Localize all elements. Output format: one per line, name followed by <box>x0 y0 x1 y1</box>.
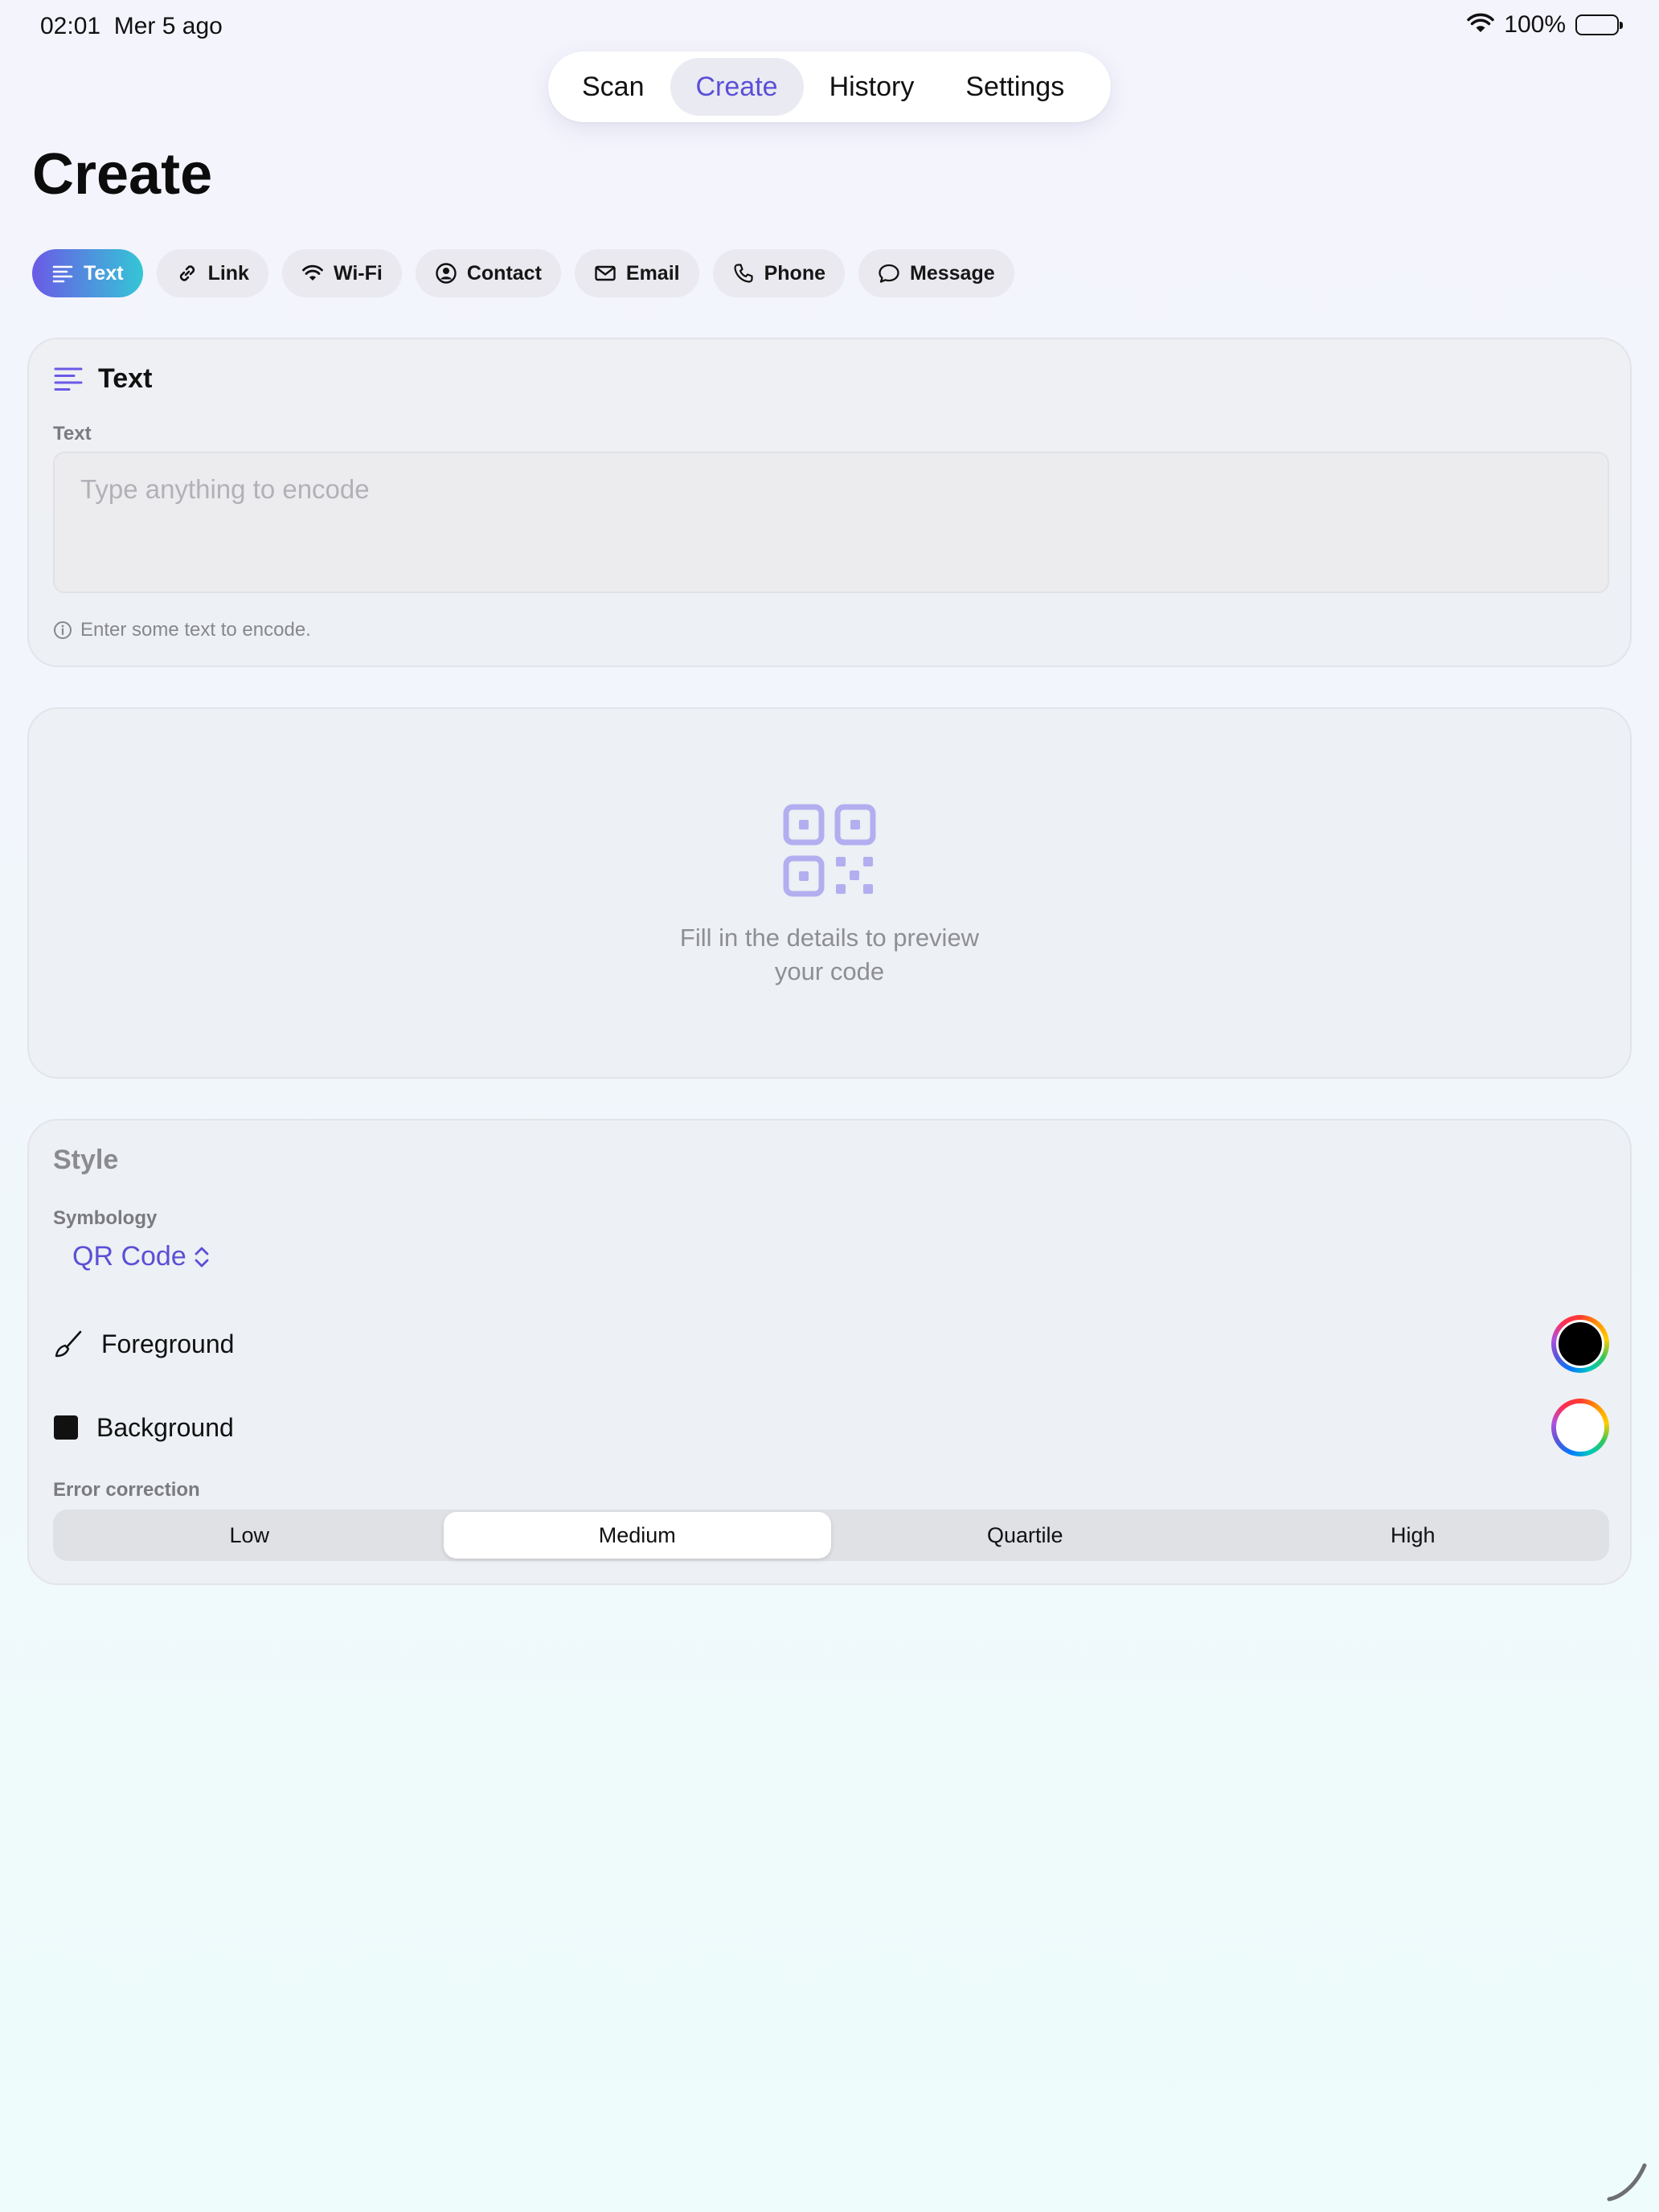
symbology-label: Symbology <box>53 1207 158 1229</box>
message-bubble-icon <box>879 264 899 283</box>
background-label: Background <box>96 1412 234 1442</box>
text-input[interactable]: Type anything to encode <box>53 452 1609 593</box>
status-indicators: 100% <box>1467 11 1623 39</box>
foreground-row: Foreground <box>53 1312 1609 1376</box>
page-title: Create <box>32 142 213 207</box>
info-icon <box>54 621 72 639</box>
helper-text: Enter some text to encode. <box>53 619 311 641</box>
tab-create[interactable]: Create <box>670 58 804 116</box>
style-title: Style <box>53 1145 119 1175</box>
chip-text[interactable]: Text <box>32 249 143 297</box>
preview-message: Fill in the details to preview your code <box>679 924 980 985</box>
battery-icon <box>1575 14 1623 35</box>
symbology-picker[interactable]: QR Code <box>72 1241 211 1272</box>
chip-phone[interactable]: Phone <box>712 249 846 297</box>
filled-square-icon <box>54 1415 78 1440</box>
qr-code-icon <box>783 804 876 897</box>
battery-percentage: 100% <box>1504 11 1566 38</box>
status-bar: 02:01 Mer 5 ago 100% <box>0 0 1659 51</box>
person-circle-icon <box>436 263 457 284</box>
text-input-placeholder: Type anything to encode <box>80 474 370 504</box>
chip-message[interactable]: Message <box>858 249 1014 297</box>
background-row: Background <box>53 1395 1609 1460</box>
resize-handle-icon[interactable] <box>1603 2157 1651 2206</box>
foreground-color-well[interactable] <box>1551 1315 1609 1373</box>
foreground-color-fill <box>1556 1320 1604 1368</box>
wifi-icon <box>1467 13 1495 38</box>
tab-settings[interactable]: Settings <box>940 58 1090 116</box>
text-lines-icon <box>52 265 73 283</box>
wifi-icon <box>302 264 323 281</box>
style-card: Style Symbology QR Code Foreground Backg… <box>27 1119 1632 1585</box>
status-time: 02:01 Mer 5 ago <box>40 13 223 39</box>
preview-placeholder: Fill in the details to preview your code <box>29 804 1630 989</box>
error-level-low[interactable]: Low <box>55 1512 444 1559</box>
chip-link[interactable]: Link <box>156 249 268 297</box>
text-field-label: Text <box>53 423 92 444</box>
text-lines-icon <box>54 367 83 391</box>
tab-scan[interactable]: Scan <box>556 58 670 116</box>
envelope-icon <box>595 265 616 281</box>
top-navigation: Scan Create History Settings <box>548 51 1111 122</box>
code-type-selector: Text Link Wi-Fi Contact Email Phone Mess… <box>32 249 1014 297</box>
chip-email[interactable]: Email <box>574 249 699 297</box>
phone-icon <box>734 264 753 283</box>
card-title: Text <box>98 363 153 394</box>
error-level-high[interactable]: High <box>1219 1512 1608 1559</box>
chip-wifi[interactable]: Wi-Fi <box>281 249 402 297</box>
foreground-label: Foreground <box>101 1329 235 1358</box>
background-color-well[interactable] <box>1551 1399 1609 1456</box>
link-icon <box>179 265 195 281</box>
background-color-fill <box>1556 1403 1604 1452</box>
paintbrush-icon <box>55 1330 82 1358</box>
error-correction-control: Low Medium Quartile High <box>53 1509 1609 1561</box>
tab-history[interactable]: History <box>804 58 940 116</box>
text-input-card: Text Text Type anything to encode Enter … <box>27 338 1632 667</box>
chip-contact[interactable]: Contact <box>415 249 561 297</box>
chevron-up-down-icon <box>195 1247 209 1267</box>
code-preview-card: Fill in the details to preview your code <box>27 707 1632 1079</box>
error-level-medium[interactable]: Medium <box>443 1512 831 1559</box>
error-correction-label: Error correction <box>53 1479 200 1501</box>
error-level-quartile[interactable]: Quartile <box>831 1512 1219 1559</box>
card-header: Text <box>53 363 152 395</box>
